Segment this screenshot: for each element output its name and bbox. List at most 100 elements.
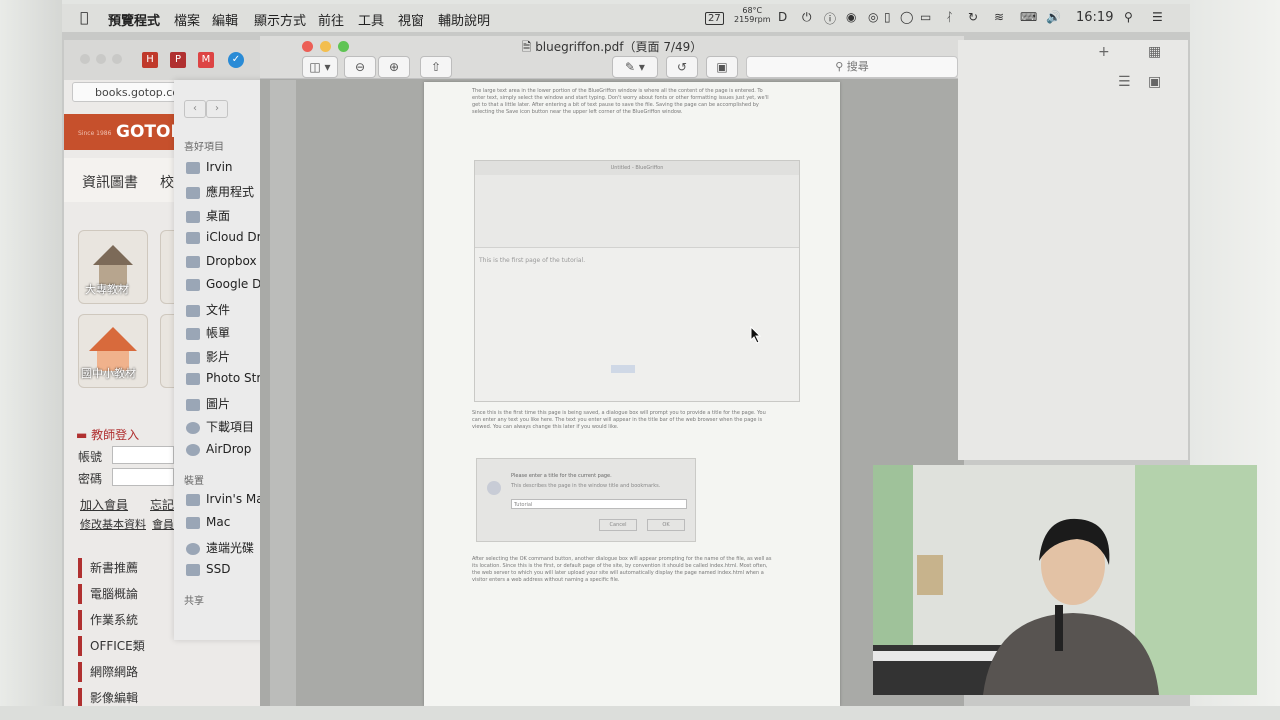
menu-item-tools[interactable]: 工具 (358, 10, 384, 29)
menu-item-help[interactable]: 輔助說明 (438, 10, 490, 29)
sidebar-item-downloads[interactable]: 下載項目 (186, 418, 254, 435)
devices-heading: 裝置 (184, 476, 204, 487)
search-field[interactable]: ⚲ 搜尋 (746, 56, 958, 78)
rotate-button[interactable]: ↺ (666, 56, 698, 78)
close-button[interactable] (80, 54, 90, 64)
window-title-text: bluegriffon.pdf（頁面 7/49） (535, 40, 703, 54)
minimize-button[interactable] (96, 54, 106, 64)
zoom-button[interactable] (112, 54, 122, 64)
sidebar-item-applications[interactable]: 應用程式 (186, 183, 254, 200)
bookmark-icon-3[interactable]: ✓ (228, 52, 244, 68)
forward-icon[interactable]: › (206, 100, 228, 118)
modify-profile-link[interactable]: 修改基本資料 (80, 516, 146, 532)
menu-item-edit[interactable]: 編輯 (212, 10, 238, 29)
document-icon (186, 304, 200, 317)
dialog-title: Please enter a title for the current pag… (511, 473, 612, 479)
sidebar-toggle-button[interactable]: ◫ ▾ (302, 56, 338, 78)
dictation-icon[interactable]: D (778, 10, 787, 24)
sidebar-item-movies[interactable]: 影片 (186, 348, 230, 365)
time-machine-icon[interactable]: ↻ (968, 10, 978, 24)
sidebar-item-google-drive[interactable]: Google D (186, 277, 261, 291)
disk-icon (186, 516, 200, 529)
sidebar-item-dropbox[interactable]: Dropbox (186, 254, 257, 268)
sidebar-item-pictures[interactable]: 圖片 (186, 395, 230, 412)
account-input[interactable] (112, 446, 174, 464)
film-icon (186, 351, 200, 364)
tab-overview-icon[interactable]: ▦ (1148, 44, 1161, 60)
join-link[interactable]: 加入會員 (80, 496, 128, 513)
sidebar-item-label: 應用程式 (206, 185, 255, 199)
back-icon[interactable]: ‹ (184, 100, 206, 118)
toolbox-button[interactable]: ▣ (706, 56, 738, 78)
page-paragraph-3: After selecting the OK command button, a… (472, 556, 772, 583)
sidebar-item-label: 帳單 (206, 326, 231, 340)
zoom-out-button[interactable]: ⊖ (344, 56, 376, 78)
thumbnail-sidebar (270, 80, 296, 706)
calendar-icon[interactable]: 27 (705, 12, 724, 25)
tile-university-books[interactable]: 大專教材 (78, 230, 148, 304)
sidebar-item-bills[interactable]: 帳單 (186, 324, 230, 341)
bluetooth-icon[interactable]: ᛮ (946, 10, 953, 24)
ssd-icon[interactable]: ◯ (900, 10, 913, 24)
markup-button[interactable]: ✎ ▾ (612, 56, 658, 78)
app-menu[interactable]: 預覽程式 (108, 10, 160, 29)
display-icon[interactable]: ▭ (920, 10, 931, 24)
menu-icon[interactable]: ☰ (1118, 74, 1131, 90)
sidebar-item-remote-disc[interactable]: 遠端光碟 (186, 539, 254, 556)
spotlight-icon[interactable]: ⚲ (1124, 10, 1133, 24)
site-logo[interactable]: GOTOP (116, 122, 183, 142)
disc-icon (186, 542, 200, 555)
share-button[interactable]: ⇧ (420, 56, 452, 78)
extension-icon[interactable]: ▣ (1148, 74, 1161, 90)
forgot-link[interactable]: 忘記 (150, 496, 174, 513)
sidebar-item-documents[interactable]: 文件 (186, 301, 230, 318)
since-label: Since 1986 (78, 130, 112, 137)
sidebar-item-icloud[interactable]: iCloud Dr (186, 230, 262, 244)
phone-icon[interactable]: ▯ (884, 10, 891, 24)
gmail-icon[interactable]: M (198, 52, 214, 68)
eye-icon[interactable]: ◎ (868, 10, 878, 24)
tile-school-books[interactable]: 國中小教材 (78, 314, 148, 388)
bookmark-icon-1[interactable]: H (142, 52, 158, 68)
network-icon[interactable]: ◉ (846, 10, 856, 24)
sidebar-item-photo-stream[interactable]: Photo Str (186, 371, 261, 385)
sidebar-item-airdrop[interactable]: AirDrop (186, 442, 251, 456)
sidebar-item-label: 桌面 (206, 209, 231, 223)
menu-item-window[interactable]: 視窗 (398, 10, 424, 29)
volume-icon[interactable]: 🔊 (1046, 10, 1061, 24)
sensor-readout[interactable]: 68°C 2159rpm (734, 6, 771, 24)
sidebar-item-home[interactable]: Irvin (186, 160, 233, 174)
apple-menu-icon[interactable]:  (80, 10, 88, 26)
folder-icon (186, 278, 200, 291)
password-label: 密碼 (78, 472, 103, 486)
clock[interactable]: 16:19 (1076, 10, 1113, 25)
bookmark-icon-2[interactable]: P (170, 52, 186, 68)
sidebar-item-disk-mac[interactable]: Mac (186, 515, 230, 529)
sidebar-item-label: 圖片 (206, 397, 231, 411)
sidebar-item-label: 下載項目 (206, 420, 255, 434)
sidebar-item-ssd[interactable]: SSD (186, 562, 230, 576)
password-input[interactable] (112, 468, 174, 486)
menu-item-view[interactable]: 顯示方式 (254, 10, 306, 29)
sidebar-item-device-mac[interactable]: Irvin's Ma (186, 492, 264, 506)
nav-school[interactable]: 校 (160, 172, 174, 192)
menu-item-file[interactable]: 檔案 (174, 10, 200, 29)
download-icon (186, 421, 200, 434)
sidebar-item-desktop[interactable]: 桌面 (186, 207, 230, 224)
new-tab-icon[interactable]: + (1098, 44, 1110, 60)
home-icon (186, 161, 200, 174)
info-icon[interactable]: ⓘ (824, 10, 836, 27)
power-icon[interactable]: ⏻ (802, 10, 812, 25)
notification-center-icon[interactable]: ☰ (1152, 10, 1163, 24)
category-internet[interactable]: 網際網路 (78, 662, 262, 682)
zoom-in-button[interactable]: ⊕ (378, 56, 410, 78)
dialog-ok-button: OK (647, 519, 685, 531)
menu-item-go[interactable]: 前往 (318, 10, 344, 29)
screenshot-tab (611, 365, 635, 373)
keyboard-icon[interactable]: ⌨ (1020, 10, 1037, 24)
wifi-icon[interactable]: ≋ (994, 10, 1004, 24)
category-image-editing[interactable]: 影像編輯 (78, 688, 262, 706)
pdf-page[interactable]: The large text area in the lower portion… (424, 82, 840, 706)
nav-books[interactable]: 資訊圖書 (82, 172, 138, 192)
sidebar-item-label: iCloud Dr (206, 230, 262, 244)
